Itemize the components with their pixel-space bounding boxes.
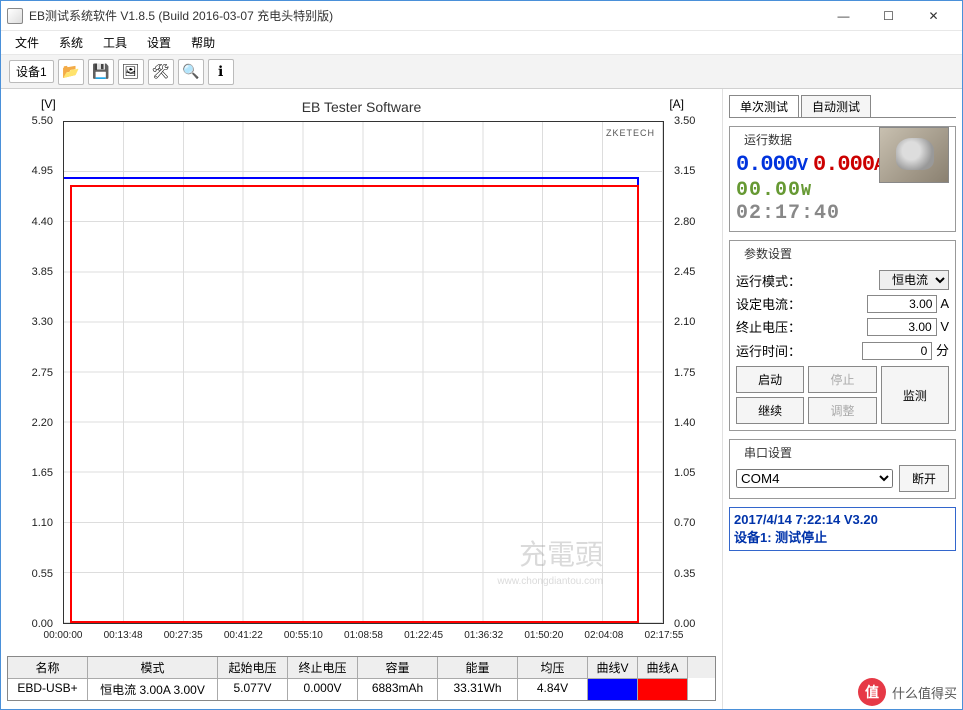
elapsed-readout: 02:17:40: [736, 202, 840, 225]
smzdm-text: 什么值得买: [892, 683, 957, 702]
tab-single-test[interactable]: 单次测试: [729, 95, 799, 117]
close-button[interactable]: ✕: [911, 2, 956, 30]
cutoff-input[interactable]: [867, 318, 937, 336]
info-icon[interactable]: ℹ: [208, 59, 234, 85]
brand-label: ZKETECH: [606, 128, 655, 138]
watermark-sub: www.chongdiantou.com: [497, 576, 603, 587]
right-tabs: 单次测试 自动测试: [729, 95, 956, 118]
current-readout: 0.000A: [813, 152, 884, 177]
watermark: 充電頭: [519, 533, 603, 573]
menu-help[interactable]: 帮助: [183, 32, 223, 53]
app-icon: [7, 8, 23, 24]
td-energy: 33.31Wh: [438, 678, 518, 700]
power-readout: 00.00W: [736, 179, 840, 202]
menu-tools[interactable]: 工具: [95, 32, 135, 53]
port-group: 串口设置 COM4 断开: [729, 439, 956, 499]
td-endv: 0.000V: [288, 678, 358, 700]
runtime-label: 运行时间：: [736, 341, 801, 360]
start-button[interactable]: 启动: [736, 366, 804, 393]
param-group: 参数设置 运行模式： 恒电流 设定电流： A 终止电压： V 运行时间： 分: [729, 240, 956, 431]
chart-plot[interactable]: ZKETECH 充電頭 www.chongdiantou.com: [63, 121, 664, 624]
td-curve-a-swatch: .: [638, 678, 688, 700]
search-icon[interactable]: 🔍: [178, 59, 204, 85]
th-startv: 起始电压: [218, 657, 288, 678]
chart-title: EB Tester Software: [7, 99, 716, 115]
th-endv: 终止电压: [288, 657, 358, 678]
status-timestamp: 2017/4/14 7:22:14 V3.20: [734, 512, 951, 527]
monitor-button[interactable]: 监测: [881, 366, 949, 424]
runtime-input[interactable]: [862, 342, 932, 360]
continue-button[interactable]: 继续: [736, 397, 804, 424]
maximize-button[interactable]: ☐: [866, 2, 911, 30]
tab-auto-test[interactable]: 自动测试: [801, 95, 871, 117]
td-curve-v-swatch: .: [588, 678, 638, 700]
status-text: 设备1: 测试停止: [734, 527, 951, 546]
th-curve-a: 曲线A: [638, 657, 688, 678]
menu-bar: 文件 系统 工具 设置 帮助: [1, 31, 962, 55]
title-bar: EB测试系统软件 V1.8.5 (Build 2016-03-07 充电头特别版…: [1, 1, 962, 31]
minimize-button[interactable]: —: [821, 2, 866, 30]
td-mode: 恒电流 3.00A 3.00V: [88, 678, 218, 700]
x-ticks: 00:00:0000:13:4800:27:3500:41:2200:55:10…: [63, 628, 664, 650]
th-avgv: 均压: [518, 657, 588, 678]
open-icon[interactable]: 📂: [58, 59, 84, 85]
image-icon[interactable]: 🖼: [118, 59, 144, 85]
th-curve-v: 曲线V: [588, 657, 638, 678]
save-icon[interactable]: 💾: [88, 59, 114, 85]
device-tab[interactable]: 设备1: [9, 60, 54, 83]
td-avgv: 4.84V: [518, 678, 588, 700]
adjust-button[interactable]: 调整: [808, 397, 876, 424]
tools-icon[interactable]: 🛠: [148, 59, 174, 85]
stop-button[interactable]: 停止: [808, 366, 876, 393]
th-mode: 模式: [88, 657, 218, 678]
th-capacity: 容量: [358, 657, 438, 678]
td-capacity: 6883mAh: [358, 678, 438, 700]
th-name: 名称: [8, 657, 88, 678]
status-panel: 2017/4/14 7:22:14 V3.20 设备1: 测试停止: [729, 507, 956, 551]
mode-select[interactable]: 恒电流: [879, 270, 949, 290]
th-energy: 能量: [438, 657, 518, 678]
toolbar: 设备1 📂 💾 🖼 🛠 🔍 ℹ: [1, 55, 962, 89]
y-ticks-left: 0.000.551.101.652.202.753.303.854.404.95…: [7, 121, 59, 624]
com-port-select[interactable]: COM4: [736, 469, 893, 488]
cutoff-label: 终止电压：: [736, 317, 801, 336]
current-input[interactable]: [867, 295, 937, 313]
page-watermark: 值 什么值得买: [858, 678, 957, 706]
y-axis-right-label: [A]: [669, 97, 684, 111]
disconnect-button[interactable]: 断开: [899, 465, 949, 492]
table-row[interactable]: EBD-USB+ 恒电流 3.00A 3.00V 5.077V 0.000V 6…: [8, 678, 715, 700]
result-table: 名称 模式 起始电压 终止电压 容量 能量 均压 曲线V 曲线A EBD-USB…: [7, 656, 716, 701]
menu-file[interactable]: 文件: [7, 32, 47, 53]
run-data-group: 运行数据 0.000V 0.000A 00.00W 02:17:40: [729, 126, 956, 232]
smzdm-badge-icon: 值: [858, 678, 886, 706]
window-title: EB测试系统软件 V1.8.5 (Build 2016-03-07 充电头特别版…: [29, 7, 821, 24]
td-startv: 5.077V: [218, 678, 288, 700]
voltage-readout: 0.000V: [736, 152, 807, 177]
td-name: EBD-USB+: [8, 678, 88, 700]
menu-settings[interactable]: 设置: [139, 32, 179, 53]
menu-system[interactable]: 系统: [51, 32, 91, 53]
trace-current: [70, 185, 639, 187]
thumbnail-image: [879, 127, 949, 183]
current-label: 设定电流：: [736, 294, 801, 313]
y-ticks-right: 0.000.350.701.051.401.752.102.452.803.15…: [668, 121, 716, 624]
chart-area: [V] EB Tester Software [A] 0.000.551.101…: [7, 97, 716, 650]
mode-label: 运行模式：: [736, 271, 801, 290]
trace-voltage: [64, 177, 639, 179]
